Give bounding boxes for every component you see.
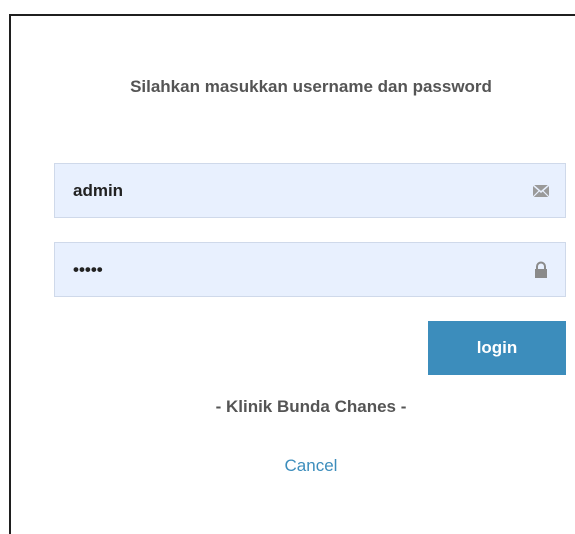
envelope-icon: [531, 181, 551, 201]
username-field[interactable]: [54, 163, 566, 218]
password-input[interactable]: [55, 243, 523, 296]
login-prompt: Silahkan masukkan username dan password: [130, 77, 492, 96]
login-button[interactable]: login: [428, 321, 566, 375]
login-dialog: Silahkan masukkan username dan password …: [9, 14, 575, 534]
username-input[interactable]: [55, 164, 523, 217]
cancel-link[interactable]: Cancel: [261, 456, 361, 476]
password-field[interactable]: [54, 242, 566, 297]
clinic-name: - Klinik Bunda Chanes -: [215, 397, 407, 416]
lock-icon: [531, 260, 551, 280]
